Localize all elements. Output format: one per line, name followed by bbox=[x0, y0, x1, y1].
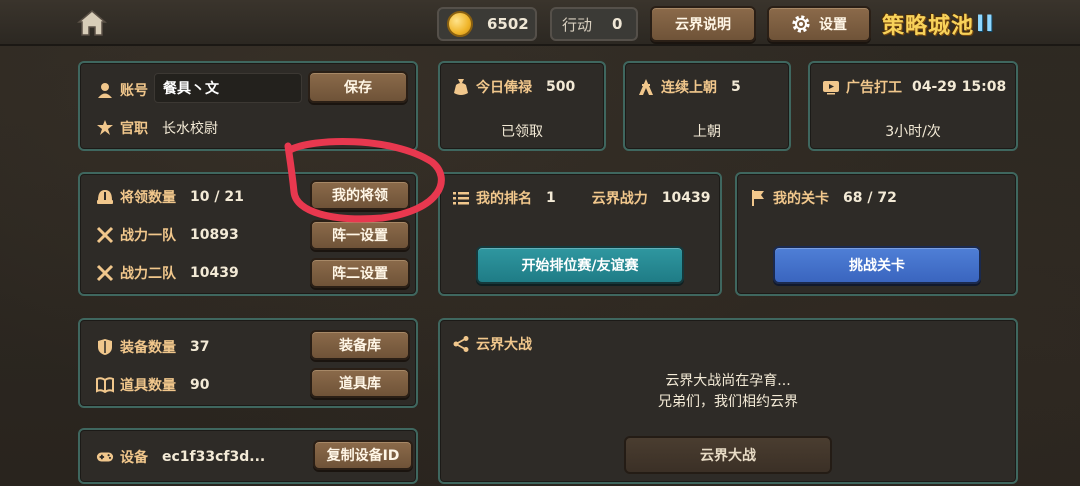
salary-panel: 今日俸禄 500 已领取 bbox=[438, 61, 606, 151]
generals-count-label: 将领数量 bbox=[120, 190, 176, 206]
cloud-war-button[interactable]: 云界大战 bbox=[624, 436, 832, 474]
account-label: 账号 bbox=[120, 83, 148, 99]
ad-label: 广告打工 bbox=[846, 80, 902, 96]
game-logo: 策略城池 II bbox=[882, 6, 994, 42]
start-ranked-match-button[interactable]: 开始排位赛/友谊赛 bbox=[476, 246, 684, 284]
crossed-swords-icon bbox=[96, 226, 114, 244]
flag-icon bbox=[749, 189, 767, 207]
ad-panel: 广告打工 04-29 15:08 3小时/次 bbox=[808, 61, 1018, 151]
stage-panel: 我的关卡 68 / 72 挑战关卡 bbox=[735, 172, 1018, 296]
book-icon bbox=[96, 376, 114, 394]
my-rank-value: 1 bbox=[546, 190, 556, 206]
ad-frequency[interactable]: 3小时/次 bbox=[810, 121, 1016, 141]
salary-label: 今日俸禄 bbox=[476, 80, 532, 96]
home-button[interactable] bbox=[76, 8, 108, 38]
team1-setup-button[interactable]: 阵一设置 bbox=[310, 220, 410, 250]
cloud-war-line1: 云界大战尚在孕育... bbox=[665, 373, 791, 389]
generals-panel: 将领数量 10 / 21 我的将领 战力一队 10893 阵一设置 战力二队 1… bbox=[78, 172, 418, 296]
cloud-war-panel: 云界大战 云界大战尚在孕育... 兄弟们，我们相约云界 云界大战 bbox=[438, 318, 1018, 484]
my-stage-value: 68 / 72 bbox=[843, 190, 897, 206]
ranking-panel: 我的排名 1 云界战力 10439 开始排位赛/友谊赛 bbox=[438, 172, 722, 296]
items-storage-button[interactable]: 道具库 bbox=[310, 368, 410, 398]
rank-badge-icon bbox=[96, 119, 114, 137]
team2-setup-button[interactable]: 阵二设置 bbox=[310, 258, 410, 288]
account-name-field[interactable]: 餐具丶文 bbox=[154, 73, 302, 103]
generals-count-value: 10 / 21 bbox=[190, 189, 244, 205]
items-label: 道具数量 bbox=[120, 378, 176, 394]
rank-label: 官职 bbox=[120, 121, 148, 137]
court-label: 连续上朝 bbox=[661, 80, 717, 96]
my-stage-label: 我的关卡 bbox=[773, 191, 829, 207]
my-rank-label: 我的排名 bbox=[476, 191, 532, 207]
cloud-help-button[interactable]: 云界说明 bbox=[650, 6, 756, 42]
share-icon bbox=[452, 335, 470, 353]
equipment-panel: 装备数量 37 装备库 道具数量 90 道具库 bbox=[78, 318, 418, 408]
gamepad-icon bbox=[96, 448, 114, 466]
logo-roman: II bbox=[976, 11, 995, 37]
my-generals-button[interactable]: 我的将领 bbox=[310, 180, 410, 210]
coin-value: 6502 bbox=[487, 15, 529, 33]
crossed-swords-icon bbox=[96, 264, 114, 282]
equipment-storage-button[interactable]: 装备库 bbox=[310, 330, 410, 360]
video-icon bbox=[822, 78, 840, 96]
coin-icon bbox=[447, 11, 473, 37]
cloud-war-line2: 兄弟们，我们相约云界 bbox=[658, 394, 798, 410]
cloud-power-label: 云界战力 bbox=[591, 191, 648, 207]
salary-status[interactable]: 已领取 bbox=[440, 121, 604, 141]
money-bag-icon bbox=[452, 78, 470, 96]
equipment-value: 37 bbox=[190, 339, 210, 355]
items-value: 90 bbox=[190, 377, 210, 393]
equipment-label: 装备数量 bbox=[120, 340, 176, 356]
salary-value: 500 bbox=[546, 79, 576, 95]
gear-icon bbox=[792, 15, 810, 33]
team2-label: 战力二队 bbox=[120, 266, 176, 282]
save-button[interactable]: 保存 bbox=[308, 71, 408, 103]
action-label: 行动 bbox=[562, 15, 593, 34]
shield-icon bbox=[96, 338, 114, 356]
device-label: 设备 bbox=[120, 450, 148, 466]
team2-value: 10439 bbox=[190, 265, 239, 281]
team1-value: 10893 bbox=[190, 227, 239, 243]
account-panel: 账号 餐具丶文 保存 官职 长水校尉 bbox=[78, 61, 418, 151]
ad-time: 04-29 15:08 bbox=[912, 79, 1007, 95]
logo-text: 策略城池 bbox=[882, 14, 975, 39]
settings-label: 设置 bbox=[819, 17, 847, 33]
cloud-power-value: 10439 bbox=[661, 190, 711, 206]
action-counter: 行动 0 bbox=[550, 7, 638, 41]
team1-label: 战力一队 bbox=[120, 228, 176, 244]
top-bar: 6502 行动 0 云界说明 设置 策略城池 II bbox=[0, 0, 1080, 46]
copy-device-id-button[interactable]: 复制设备ID bbox=[313, 440, 413, 470]
home-icon bbox=[77, 10, 107, 36]
user-icon bbox=[96, 81, 114, 99]
rank-value: 长水校尉 bbox=[162, 121, 218, 137]
helmet-icon bbox=[96, 188, 114, 206]
court-icon bbox=[637, 78, 655, 96]
device-value: ec1f33cf3d... bbox=[162, 449, 266, 465]
court-button[interactable]: 上朝 bbox=[625, 121, 789, 141]
coin-counter: 6502 bbox=[437, 7, 537, 41]
device-panel: 设备 ec1f33cf3d... 复制设备ID bbox=[78, 428, 418, 484]
court-panel: 连续上朝 5 上朝 bbox=[623, 61, 791, 151]
action-value: 0 bbox=[612, 15, 623, 33]
settings-button[interactable]: 设置 bbox=[767, 6, 871, 42]
court-value: 5 bbox=[731, 79, 741, 95]
challenge-stage-button[interactable]: 挑战关卡 bbox=[773, 246, 981, 284]
cloud-war-title: 云界大战 bbox=[476, 337, 532, 353]
list-icon bbox=[452, 189, 470, 207]
